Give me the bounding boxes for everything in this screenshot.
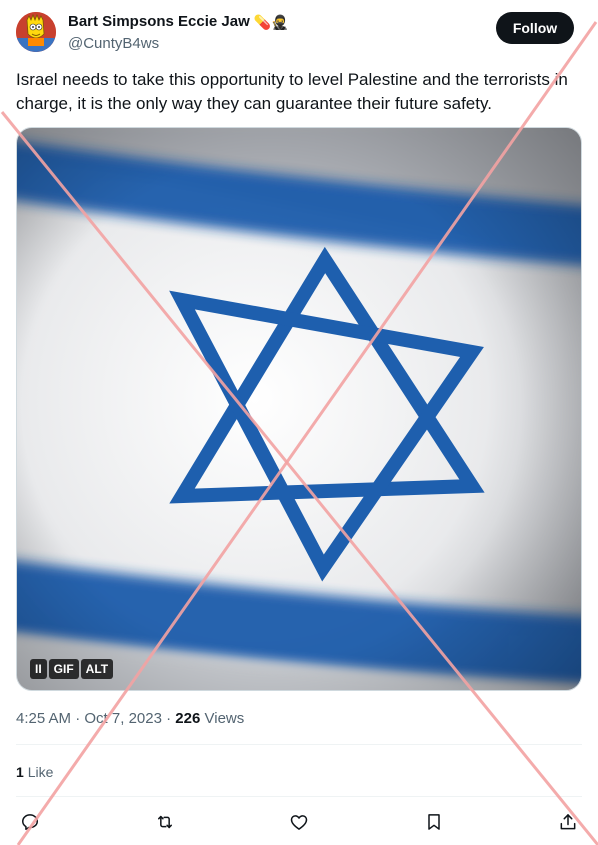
like-icon (290, 815, 308, 830)
views-count: 226 (175, 710, 201, 727)
author-info: Bart Simpsons Eccie Jaw 💊🥷 @CuntyB4ws (68, 12, 289, 54)
reply-button[interactable] (16, 808, 44, 836)
likes-count: 1 (16, 764, 24, 780)
tweet-media[interactable]: II GIF ALT (16, 127, 582, 691)
follow-button[interactable]: Follow (496, 12, 574, 44)
like-button[interactable] (285, 808, 313, 836)
action-bar (16, 808, 582, 836)
divider (16, 796, 582, 797)
name-emoji: 💊🥷 (253, 14, 289, 30)
media-badges: II GIF ALT (30, 659, 114, 679)
avatar[interactable] (16, 12, 56, 52)
tweet-date[interactable]: Oct 7, 2023 (84, 710, 162, 727)
retweet-icon (157, 815, 172, 829)
meta-separator: · (75, 710, 81, 727)
reply-icon (22, 814, 38, 830)
views-label: Views (204, 710, 245, 727)
divider (16, 744, 582, 745)
tweet-text: Israel needs to take this opportunity to… (16, 70, 568, 113)
israel-flag-image (17, 128, 581, 690)
meta-separator: · (166, 710, 172, 727)
tweet-header: Bart Simpsons Eccie Jaw 💊🥷 @CuntyB4ws Fo… (16, 12, 574, 56)
author-handle[interactable]: @CuntyB4ws (68, 34, 289, 54)
tweet-meta: 4:25 AM · Oct 7, 2023 · 226 Views (16, 709, 244, 729)
likes-summary[interactable]: 1 Like (16, 762, 53, 782)
share-icon (560, 814, 576, 830)
alt-button[interactable]: ALT (80, 659, 114, 679)
pause-button[interactable]: II (30, 659, 47, 679)
retweet-button[interactable] (151, 808, 179, 836)
bookmark-button[interactable] (420, 808, 448, 836)
share-button[interactable] (554, 808, 582, 836)
bookmark-icon (427, 814, 440, 830)
bart-simpson-avatar-icon (16, 12, 56, 52)
likes-label: Like (27, 764, 54, 780)
tweet-time[interactable]: 4:25 AM (16, 710, 71, 727)
author-display-name[interactable]: Bart Simpsons Eccie Jaw 💊🥷 (68, 12, 289, 32)
display-name-text: Bart Simpsons Eccie Jaw (68, 13, 250, 30)
gif-badge: GIF (48, 659, 79, 679)
